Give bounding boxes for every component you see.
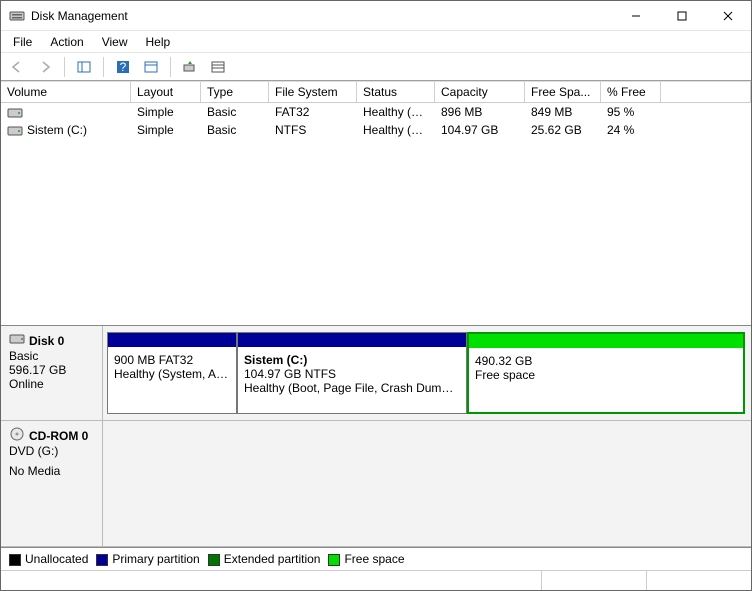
col-header-status[interactable]: Status	[357, 82, 435, 102]
disk-partitions: 900 MB FAT32 Healthy (System, Activ Sist…	[103, 326, 751, 420]
col-header-capacity[interactable]: Capacity	[435, 82, 525, 102]
partition-size: 900 MB FAT32	[114, 353, 230, 367]
legend-unallocated: Unallocated	[9, 552, 88, 566]
col-header-spacer	[661, 82, 751, 102]
refresh-button[interactable]	[178, 56, 202, 78]
minimize-button[interactable]	[613, 1, 659, 30]
col-header-freespace[interactable]: Free Spa...	[525, 82, 601, 102]
graphical-view-pane: Disk 0 Basic 596.17 GB Online 900 MB FAT…	[1, 326, 751, 548]
menu-help[interactable]: Help	[138, 33, 179, 51]
toolbar-separator	[170, 57, 171, 77]
col-header-layout[interactable]: Layout	[131, 82, 201, 102]
menu-action[interactable]: Action	[42, 33, 91, 51]
status-bar	[1, 570, 751, 590]
partition-size: 490.32 GB	[475, 354, 737, 368]
volume-list-header: Volume Layout Type File System Status Ca…	[1, 81, 751, 103]
col-header-pctfree[interactable]: % Free	[601, 82, 661, 102]
cdrom-empty-area	[103, 421, 751, 546]
disk-label[interactable]: Disk 0 Basic 596.17 GB Online	[1, 326, 103, 420]
menu-bar: File Action View Help	[1, 31, 751, 53]
toolbar: ?	[1, 53, 751, 81]
cell-layout: Simple	[131, 120, 201, 140]
swatch-extended	[208, 554, 220, 566]
disk-row: Disk 0 Basic 596.17 GB Online 900 MB FAT…	[1, 326, 751, 421]
toolbar-separator	[103, 57, 104, 77]
disk-icon	[9, 332, 25, 349]
legend-freespace: Free space	[328, 552, 404, 566]
partition-system[interactable]: 900 MB FAT32 Healthy (System, Activ	[107, 332, 237, 414]
disk-size: 596.17 GB	[9, 363, 94, 377]
swatch-freespace	[328, 554, 340, 566]
volume-list-pane: Volume Layout Type File System Status Ca…	[1, 81, 751, 326]
back-button[interactable]	[5, 56, 29, 78]
partition-stripe-primary	[108, 333, 236, 347]
svg-text:?: ?	[120, 60, 127, 74]
cell-capacity: 104.97 GB	[435, 120, 525, 140]
partition-sistem-c[interactable]: Sistem (C:) 104.97 GB NTFS Healthy (Boot…	[237, 332, 467, 414]
partition-free-space[interactable]: 490.32 GB Free space	[467, 332, 745, 414]
cdrom-state: No Media	[9, 464, 94, 478]
cell-type: Basic	[201, 120, 269, 140]
volume-name: Sistem (C:)	[27, 123, 87, 137]
window-title: Disk Management	[31, 9, 613, 23]
maximize-button[interactable]	[659, 1, 705, 30]
cdrom-icon	[9, 427, 25, 444]
cell-fs: NTFS	[269, 120, 357, 140]
partition-size: 104.97 GB NTFS	[244, 367, 460, 381]
swatch-primary	[96, 554, 108, 566]
volume-icon	[7, 125, 23, 137]
cdrom-title: CD-ROM 0	[29, 429, 88, 443]
app-icon	[9, 8, 25, 24]
partition-name: Sistem (C:)	[244, 353, 307, 367]
menu-file[interactable]: File	[5, 33, 40, 51]
cell-pct: 24 %	[601, 120, 661, 140]
cell-free: 25.62 GB	[525, 120, 601, 140]
volume-icon	[7, 107, 23, 119]
status-cell	[646, 571, 751, 590]
partition-stripe-primary	[238, 333, 466, 347]
status-cell	[541, 571, 646, 590]
partition-status: Healthy (System, Activ	[114, 367, 230, 381]
cdrom-row: CD-ROM 0 DVD (G:) No Media	[1, 421, 751, 547]
col-header-filesystem[interactable]: File System	[269, 82, 357, 102]
toolbar-separator	[64, 57, 65, 77]
volume-list-body[interactable]: Simple Basic FAT32 Healthy (S... 896 MB …	[1, 103, 751, 325]
disk-management-window: Disk Management File Action View Help ? …	[0, 0, 752, 591]
legend-extended: Extended partition	[208, 552, 321, 566]
disk-state: Online	[9, 377, 94, 391]
volume-row[interactable]: Sistem (C:) Simple Basic NTFS Healthy (B…	[1, 121, 751, 139]
col-header-volume[interactable]: Volume	[1, 82, 131, 102]
forward-button[interactable]	[33, 56, 57, 78]
legend: Unallocated Primary partition Extended p…	[1, 548, 751, 570]
partition-status: Healthy (Boot, Page File, Crash Dump, Pr	[244, 381, 460, 395]
legend-primary: Primary partition	[96, 552, 199, 566]
cdrom-kind: DVD (G:)	[9, 444, 94, 458]
volume-row[interactable]: Simple Basic FAT32 Healthy (S... 896 MB …	[1, 103, 751, 121]
partition-stripe-free	[469, 334, 743, 348]
close-button[interactable]	[705, 1, 751, 30]
cdrom-label[interactable]: CD-ROM 0 DVD (G:) No Media	[1, 421, 103, 546]
help-button[interactable]: ?	[111, 56, 135, 78]
settings-button[interactable]	[139, 56, 163, 78]
disk-title: Disk 0	[29, 334, 64, 348]
menu-view[interactable]: View	[94, 33, 136, 51]
swatch-unallocated	[9, 554, 21, 566]
cell-status: Healthy (B...	[357, 120, 435, 140]
list-view-button[interactable]	[206, 56, 230, 78]
title-bar: Disk Management	[1, 1, 751, 31]
col-header-type[interactable]: Type	[201, 82, 269, 102]
show-hide-console-tree-button[interactable]	[72, 56, 96, 78]
disk-kind: Basic	[9, 349, 94, 363]
partition-status: Free space	[475, 368, 737, 382]
